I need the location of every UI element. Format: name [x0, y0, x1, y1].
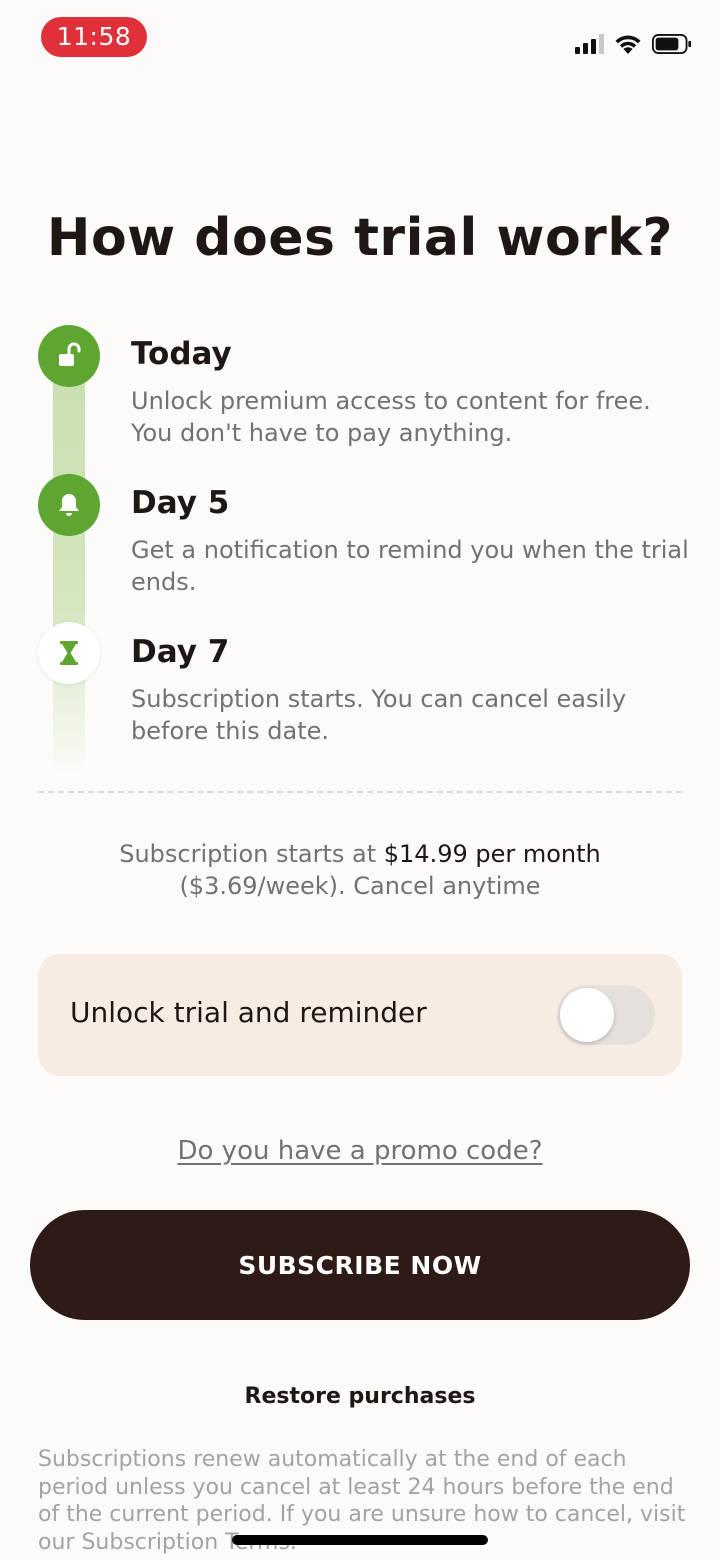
- pricing-amount: $14.99 per month: [383, 840, 601, 868]
- pricing-text: Subscription starts at $14.99 per month …: [80, 838, 640, 902]
- step-title: Day 7: [131, 634, 230, 670]
- hourglass-icon: [38, 622, 100, 684]
- reminder-label: Unlock trial and reminder: [70, 996, 427, 1029]
- restore-purchases-link[interactable]: Restore purchases: [0, 1384, 720, 1409]
- reminder-toggle[interactable]: [557, 985, 655, 1045]
- promo-code-link[interactable]: Do you have a promo code?: [0, 1136, 720, 1166]
- status-icons: [575, 30, 692, 58]
- battery-icon: [652, 34, 692, 54]
- timeline-track: [53, 356, 85, 776]
- page-title: How does trial work?: [46, 208, 674, 268]
- wifi-icon: [615, 35, 641, 54]
- bell-icon: [38, 474, 100, 536]
- step-description: Get a notification to remind you when th…: [131, 536, 689, 596]
- toggle-knob: [560, 988, 614, 1042]
- subscribe-button[interactable]: SUBSCRIBE NOW: [30, 1210, 690, 1320]
- home-indicator: [232, 1535, 488, 1545]
- divider: [38, 791, 682, 793]
- pricing-suffix: ($3.69/week). Cancel anytime: [179, 872, 541, 900]
- pricing-prefix: Subscription starts at: [119, 840, 384, 868]
- cellular-signal-icon: [575, 34, 604, 54]
- step-description: Unlock premium access to content for fre…: [131, 387, 651, 447]
- reminder-card: Unlock trial and reminder: [38, 954, 682, 1076]
- status-bar: 11:58: [0, 0, 720, 80]
- step-description: Subscription starts. You can cancel easi…: [131, 685, 627, 745]
- step-title: Today: [131, 336, 232, 372]
- step-title: Day 5: [131, 485, 230, 521]
- status-time: 11:58: [41, 17, 147, 57]
- unlocked-padlock-icon: [38, 325, 100, 387]
